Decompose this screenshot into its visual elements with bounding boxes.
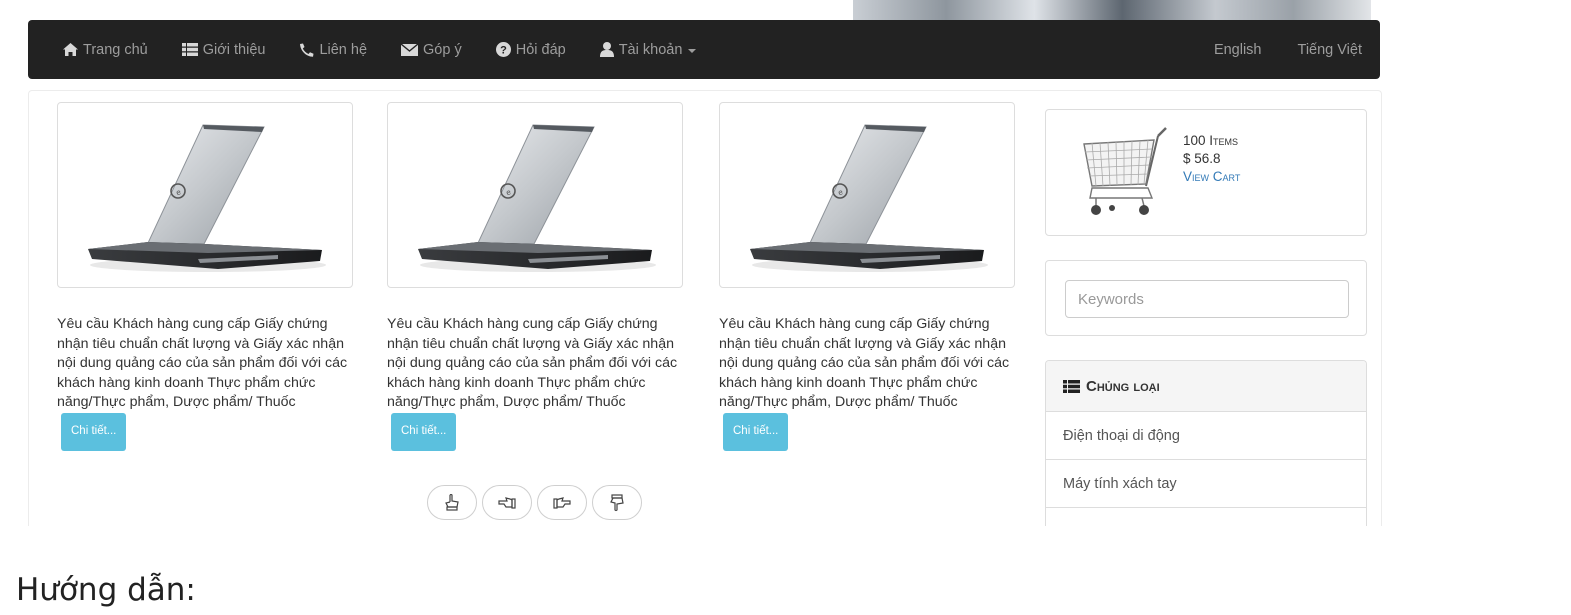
product-card: e Yêu cầu Khách hàng cung cấp Giấy chứng…: [719, 102, 1015, 451]
product-description: Yêu cầu Khách hàng cung cấp Giấy chứng n…: [387, 315, 683, 451]
guide-heading: Hướng dẫn:: [16, 572, 196, 608]
nav-feedback-label: Góp ý: [423, 41, 462, 58]
shopping-cart-icon: [1083, 127, 1167, 215]
nav-feedback[interactable]: Góp ý: [401, 42, 462, 58]
hand-left-icon: [498, 496, 516, 509]
nav-menu: Trang chủ Giới thiệu Liên hệ Góp ý ? Hỏi…: [63, 20, 730, 79]
cart-widget: 100 Items $ 56.8 View Cart: [1045, 109, 1367, 236]
envelope-icon: [401, 43, 419, 56]
product-text: Yêu cầu Khách hàng cung cấp Giấy chứng n…: [387, 316, 678, 411]
lang-vietnamese[interactable]: Tiếng Việt: [1298, 42, 1363, 58]
question-circle-icon: ?: [495, 42, 511, 57]
detail-button[interactable]: Chi tiết...: [391, 412, 457, 451]
cart-summary: 100 Items $ 56.8 View Cart: [1183, 132, 1240, 186]
product-card: e Yêu cầu Khách hàng cung cấp Giấy chứng…: [387, 102, 683, 451]
phone-icon: [299, 43, 314, 57]
hand-left-button[interactable]: [482, 485, 532, 520]
nav-about-label: Giới thiệu: [202, 41, 266, 58]
nav-home[interactable]: Trang chủ: [63, 42, 148, 58]
search-widget: [1045, 260, 1367, 336]
nav-faq[interactable]: ? Hỏi đáp: [495, 41, 566, 58]
laptop-illustration: e: [750, 124, 988, 272]
laptop-illustration: e: [418, 124, 656, 272]
hand-down-button[interactable]: [592, 485, 642, 520]
product-description: Yêu cầu Khách hàng cung cấp Giấy chứng n…: [719, 315, 1015, 451]
home-icon: [63, 43, 78, 56]
nav-contact-label: Liên hệ: [319, 41, 368, 58]
product-image[interactable]: e: [387, 102, 683, 288]
product-card: e Yêu cầu Khách hàng cung cấp Giấy chứng…: [57, 102, 353, 451]
carousel-pager: [427, 485, 647, 520]
hand-up-button[interactable]: [427, 485, 477, 520]
language-switcher: English Tiếng Việt: [1178, 20, 1362, 79]
search-input[interactable]: [1065, 280, 1349, 318]
header-banner-image: [853, 0, 1371, 20]
detail-button[interactable]: Chi tiết...: [61, 412, 127, 451]
product-image[interactable]: e: [57, 102, 353, 288]
nav-home-label: Trang chủ: [83, 41, 148, 58]
category-panel: Chủng loại Điện thoại di động Máy tính x…: [1045, 360, 1367, 530]
product-image[interactable]: e: [719, 102, 1015, 288]
user-icon: [599, 42, 614, 57]
list-icon: [1063, 379, 1080, 393]
nav-contact[interactable]: Liên hệ: [299, 42, 367, 58]
category-item[interactable]: Điện thoại di động: [1046, 412, 1366, 460]
nav-faq-label: Hỏi đáp: [515, 41, 566, 58]
view-cart-link[interactable]: View Cart: [1183, 168, 1240, 186]
cart-items-label: Items: [1209, 133, 1239, 148]
hand-right-icon: [553, 496, 571, 509]
navbar: Trang chủ Giới thiệu Liên hệ Góp ý ? Hỏi…: [28, 20, 1380, 79]
page-background: [0, 526, 1571, 615]
product-text: Yêu cầu Khách hàng cung cấp Giấy chứng n…: [719, 316, 1010, 411]
hand-down-icon: [610, 493, 624, 511]
nav-account-label: Tài khoản: [618, 41, 683, 58]
category-title: Chủng loại: [1086, 377, 1160, 395]
caret-down-icon: [688, 48, 697, 53]
nav-account-dropdown[interactable]: Tài khoản: [599, 41, 697, 58]
detail-button[interactable]: Chi tiết...: [723, 412, 789, 451]
cart-total: $ 56.8: [1183, 151, 1221, 166]
laptop-illustration: e: [88, 124, 326, 272]
product-description: Yêu cầu Khách hàng cung cấp Giấy chứng n…: [57, 315, 353, 451]
cart-count: 100: [1183, 133, 1206, 148]
category-item[interactable]: Máy tính xách tay: [1046, 460, 1366, 508]
lang-english[interactable]: English: [1214, 42, 1262, 58]
list-icon: [181, 43, 198, 56]
cart-item-count: 100 Items: [1183, 132, 1240, 150]
category-header: Chủng loại: [1046, 361, 1366, 412]
nav-about[interactable]: Giới thiệu: [181, 41, 266, 58]
svg-text:?: ?: [500, 45, 507, 57]
product-text: Yêu cầu Khách hàng cung cấp Giấy chứng n…: [57, 316, 348, 411]
hand-right-button[interactable]: [537, 485, 587, 520]
hand-up-icon: [445, 494, 459, 511]
